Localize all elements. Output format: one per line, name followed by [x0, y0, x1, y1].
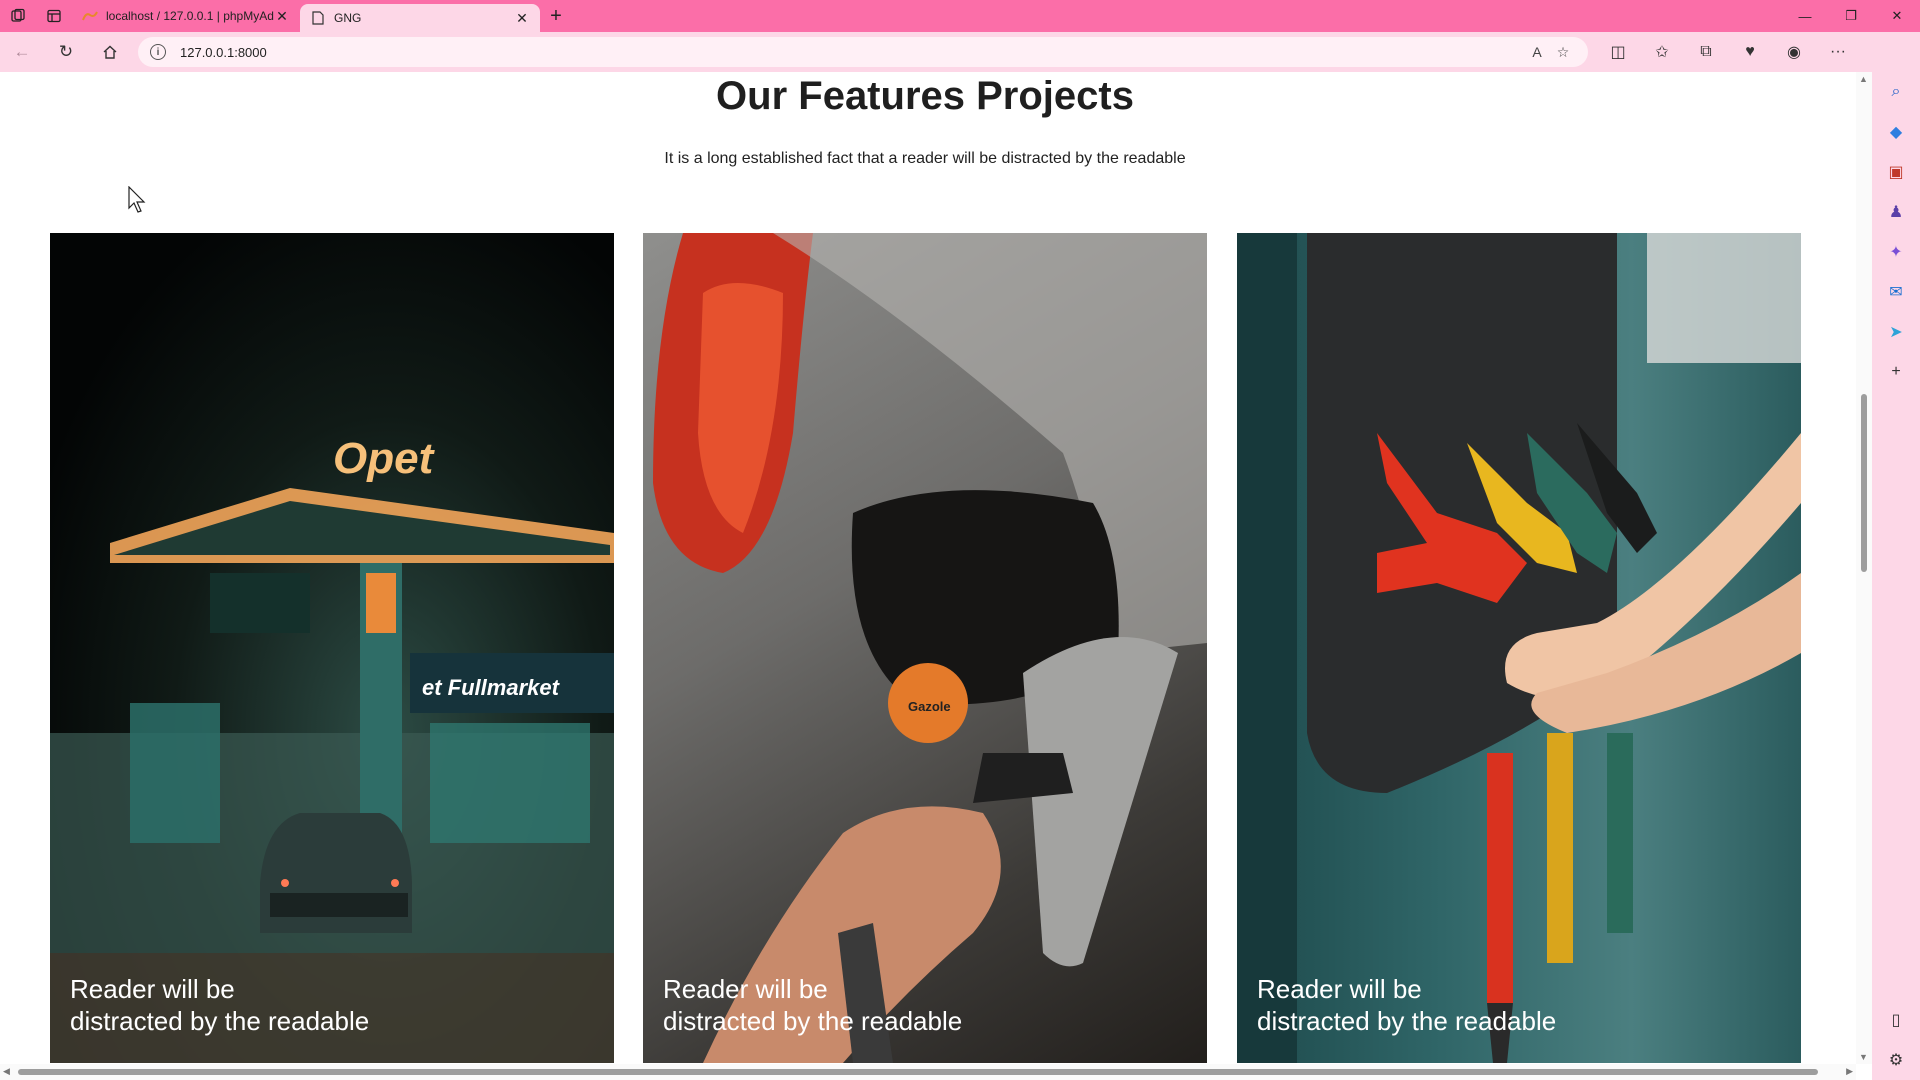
read-aloud-icon[interactable]: A: [1524, 44, 1550, 60]
back-button[interactable]: ←: [0, 32, 44, 72]
search-icon[interactable]: ⌕: [1872, 72, 1920, 112]
tab-phpmyadmin[interactable]: localhost / 127.0.0.1 | phpMyAdmin ✕: [72, 0, 300, 32]
workspaces-icon[interactable]: [0, 0, 36, 32]
tab-gng[interactable]: GNG ✕: [300, 4, 540, 32]
profile-icon[interactable]: ◉: [1772, 32, 1816, 72]
minimize-button[interactable]: —: [1782, 0, 1828, 32]
restore-button[interactable]: ❐: [1828, 0, 1874, 32]
edge-sidebar: ⌕ ◆ ▣ ♟ ✦ ✉ ➤ + ▯ ⚙: [1872, 32, 1920, 1080]
tools-icon[interactable]: ▣: [1872, 152, 1920, 192]
tab-title: GNG: [334, 11, 362, 25]
caption-line-2: distracted by the readable: [663, 1006, 963, 1036]
svg-text:Gazole: Gazole: [908, 699, 951, 714]
settings-icon[interactable]: ⚙: [1872, 1040, 1920, 1080]
page-viewport: Our Features Projects It is a long estab…: [0, 72, 1872, 1080]
page-subtitle: It is a long established fact that a rea…: [664, 150, 1186, 167]
browser-toolbar: ← ↻ i 127.0.0.1:8000 A ☆ ◫ ✩ ⧉ ♥ ◉ ··· ◆: [0, 32, 1920, 72]
new-tab-button[interactable]: +: [540, 0, 572, 32]
site-info-icon[interactable]: i: [150, 44, 166, 60]
vertical-scroll-thumb[interactable]: [1861, 394, 1867, 572]
address-bar[interactable]: i 127.0.0.1:8000 A ☆: [138, 37, 1588, 67]
url-text[interactable]: 127.0.0.1:8000: [180, 45, 1524, 60]
card-caption: Reader will be distracted by the readabl…: [1257, 973, 1556, 1037]
more-menu-icon[interactable]: ···: [1816, 32, 1860, 72]
scroll-up-arrow-icon[interactable]: ▲: [1859, 74, 1868, 84]
page-icon: [310, 10, 326, 26]
tab-actions-icon[interactable]: [36, 0, 72, 32]
copilot-sidebar-icon[interactable]: ✦: [1872, 232, 1920, 272]
shopping-icon[interactable]: ◆: [1872, 112, 1920, 152]
project-card-1[interactable]: Opet et Fullmarket Reader will be distra…: [50, 233, 614, 1063]
favorites-icon[interactable]: ✩: [1640, 32, 1684, 72]
close-window-button[interactable]: ✕: [1874, 0, 1920, 32]
caption-line-2: distracted by the readable: [1257, 1006, 1557, 1036]
horizontal-scroll-thumb[interactable]: [18, 1069, 1818, 1075]
caption-line-1: Reader will be: [663, 974, 828, 1004]
close-tab-icon[interactable]: ✕: [274, 8, 290, 24]
hide-sidebar-icon[interactable]: ▯: [1872, 1000, 1920, 1040]
gas-station-image: Opet et Fullmarket: [50, 434, 614, 1063]
send-icon[interactable]: ➤: [1872, 312, 1920, 352]
add-icon[interactable]: +: [1872, 352, 1920, 392]
fuel-nozzles-image: [1237, 233, 1801, 1063]
refuel-car-image: Gazole: [653, 233, 1207, 1063]
home-button[interactable]: [88, 32, 132, 72]
caption-line-2: distracted by the readable: [70, 1006, 370, 1036]
card-caption: Reader will be distracted by the readabl…: [663, 973, 962, 1037]
card-caption: Reader will be distracted by the readabl…: [70, 973, 369, 1037]
project-card-3[interactable]: Reader will be distracted by the readabl…: [1237, 233, 1801, 1063]
split-screen-icon[interactable]: ◫: [1596, 32, 1640, 72]
project-card-2[interactable]: Gazole Reader will be distracted by the …: [643, 233, 1207, 1063]
outlook-icon[interactable]: ✉: [1872, 272, 1920, 312]
scroll-right-arrow-icon[interactable]: ▶: [1846, 1066, 1853, 1077]
vertical-scrollbar[interactable]: ▲ ▼: [1856, 72, 1872, 1064]
refresh-button[interactable]: ↻: [44, 32, 88, 72]
collections-icon[interactable]: ⧉: [1684, 32, 1728, 72]
mouse-cursor-icon: [128, 186, 146, 213]
games-icon[interactable]: ♟: [1872, 192, 1920, 232]
caption-line-1: Reader will be: [70, 974, 235, 1004]
title-bar: localhost / 127.0.0.1 | phpMyAdmin ✕ GNG…: [0, 0, 1920, 32]
scroll-down-arrow-icon[interactable]: ▼: [1859, 1052, 1868, 1062]
extensions-icon[interactable]: ♥: [1728, 32, 1772, 72]
svg-text:Opet: Opet: [333, 434, 436, 483]
favorite-star-icon[interactable]: ☆: [1550, 44, 1576, 61]
page-title: Our Features Projects: [716, 74, 1134, 118]
scroll-left-arrow-icon[interactable]: ◀: [3, 1066, 10, 1077]
horizontal-scrollbar[interactable]: ◀ ▶: [0, 1064, 1856, 1080]
close-tab-icon[interactable]: ✕: [514, 10, 530, 26]
phpmyadmin-icon: [82, 8, 98, 24]
tab-title: localhost / 127.0.0.1 | phpMyAdmin: [106, 9, 274, 23]
caption-line-1: Reader will be: [1257, 974, 1422, 1004]
svg-text:et Fullmarket: et Fullmarket: [422, 675, 561, 700]
